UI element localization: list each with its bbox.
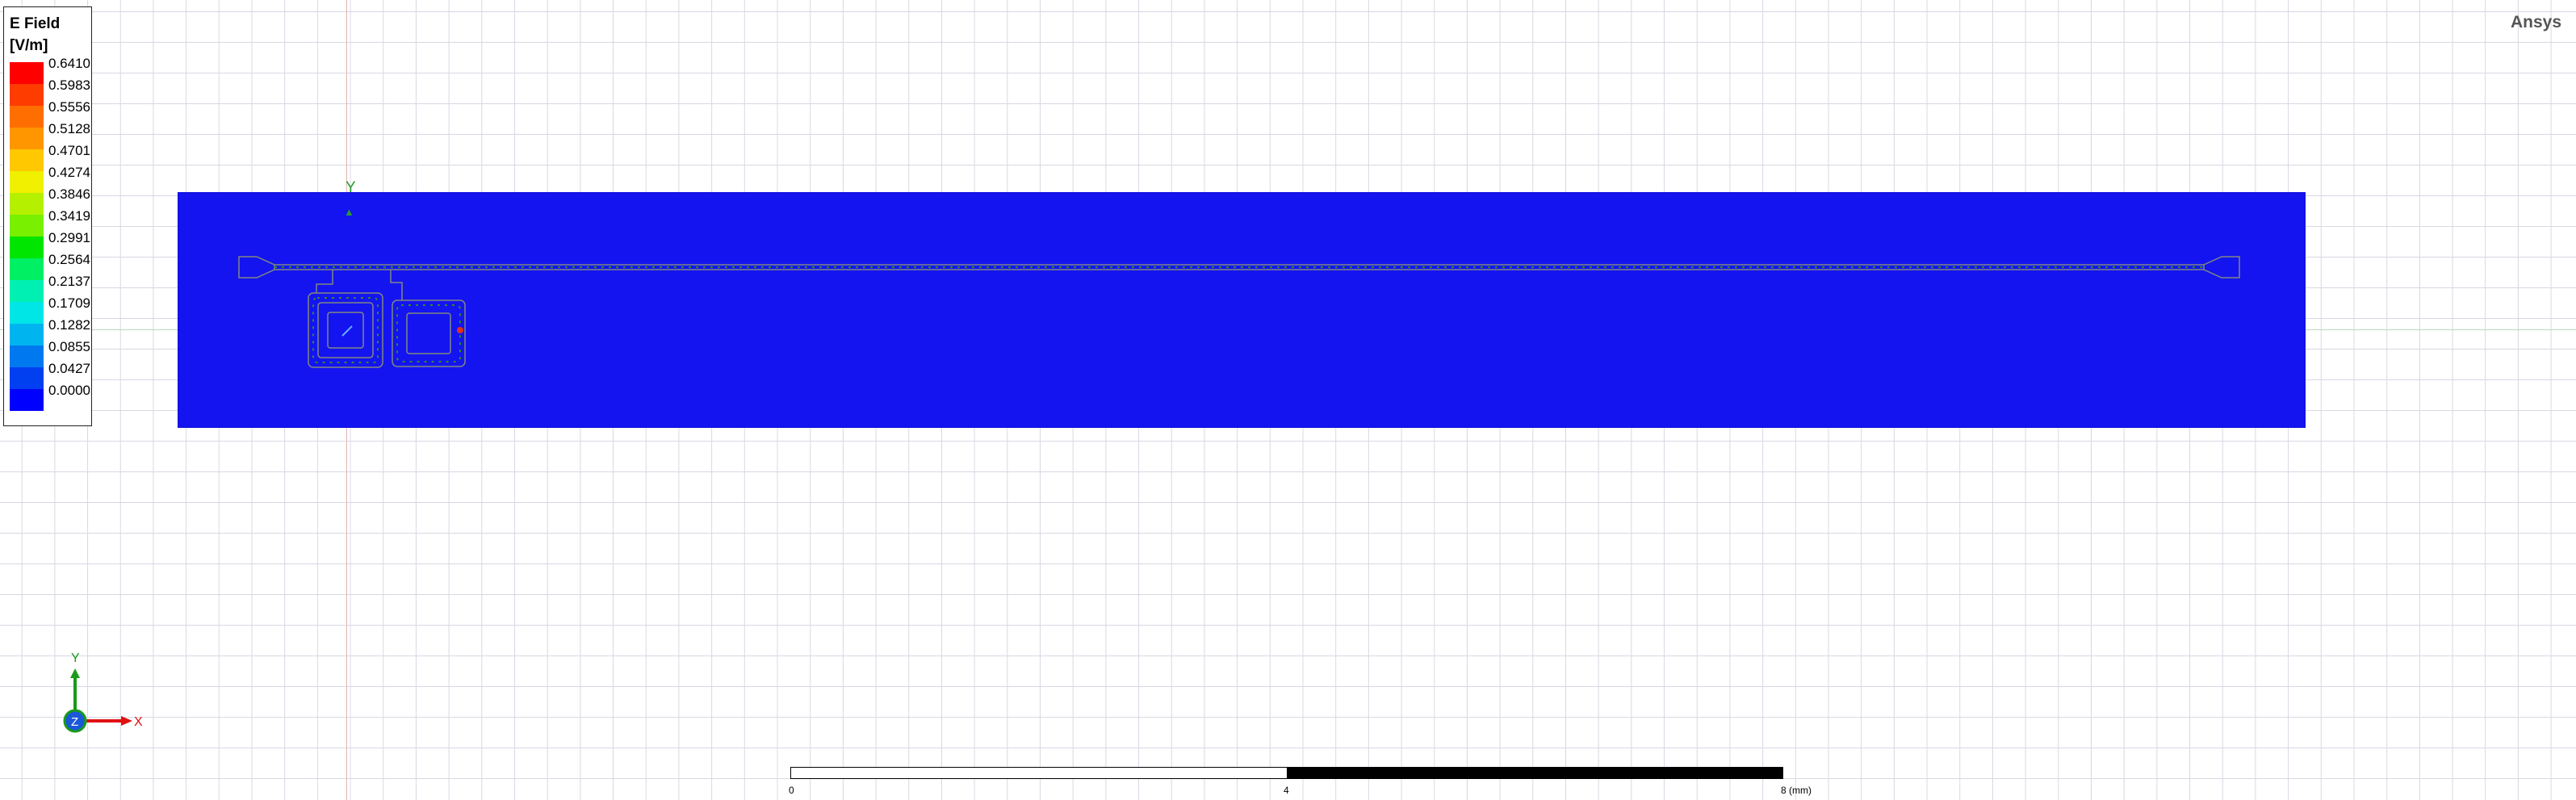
spiral-inductor-left-inner [327,312,364,349]
spiral-left-dashes [312,297,379,363]
legend-tick-label: 0.6410 [48,56,90,71]
legend-tick-label: 0.5128 [48,121,90,136]
scale-bar-black-segment [1287,767,1783,779]
legend-title: E Field [10,15,61,32]
legend-tick-label: 0.5556 [48,99,90,115]
axis-triad[interactable]: Y X Z [48,652,161,749]
legend-swatch [10,193,44,215]
scale-label-8: 8 (mm) [1781,785,1812,796]
origin-y-label: Y [346,179,356,196]
scale-label-4: 4 [1284,785,1289,796]
legend-tick-label: 0.0000 [48,383,90,398]
triad-x-arrow-icon [121,716,132,726]
3d-viewport[interactable]: Y ▲ Ansys E Field [V/m] 0.6410 0.5983 0.55… [0,0,2576,800]
legend-swatch [10,389,44,411]
legend-tick-label: 0.5983 [48,77,90,93]
legend-tick-label: 0.3419 [48,208,90,224]
legend-tick-label: 0.3846 [48,186,90,202]
spiral-feed-left [316,270,333,293]
legend-swatch [10,62,44,84]
port-marker [457,327,463,333]
legend-swatch [10,258,44,280]
legend-tick-label: 0.1709 [48,295,90,311]
right-port-taper [2203,256,2240,279]
legend-swatch [10,367,44,389]
spiral-inductor-left-mid [317,302,374,358]
scale-bar-white-segment [790,767,1288,779]
triad-y-label: Y [71,652,80,665]
legend-tick-label: 0.4274 [48,165,90,180]
legend-swatch [10,237,44,258]
origin-y-arrow-icon: ▲ [344,206,354,218]
legend-swatch [10,215,44,237]
legend-swatch [10,149,44,171]
e-field-legend[interactable]: E Field [V/m] 0.6410 0.5983 0.5556 0.5128 0.… [3,6,92,426]
inner-arrow-left [341,325,353,337]
legend-swatch [10,106,44,128]
legend-swatch [10,84,44,106]
legend-tick-label: 0.0855 [48,339,90,354]
legend-tick-label: 0.2991 [48,230,90,245]
spiral-inductor-left-outer [308,292,383,368]
spiral-feed-right [390,270,403,300]
left-port-taper [238,256,275,279]
legend-swatch [10,302,44,324]
triad-x-label: X [134,715,143,729]
scale-bar: 0 4 8 (mm) [789,767,1812,796]
spiral-inductor-right-outer [392,299,466,367]
spiral-inductor-right-inner [406,312,451,354]
circuit-geometry [238,256,2240,368]
legend-swatch [10,280,44,302]
ansys-logo: Ansys [2510,13,2561,31]
legend-tick-label: 0.2564 [48,252,90,267]
legend-swatch [10,324,44,346]
legend-unit: [V/m] [10,37,48,54]
legend-swatch [10,346,44,367]
legend-tick-label: 0.0427 [48,361,90,376]
legend-tick-label: 0.2137 [48,274,90,289]
triad-z-label: Z [71,715,78,729]
legend-swatch [10,128,44,149]
legend-tick-label: 0.1282 [48,317,90,333]
scale-label-0: 0 [789,785,794,796]
legend-swatch [10,171,44,193]
triad-y-arrow-icon [70,668,80,678]
legend-tick-label: 0.4701 [48,143,90,158]
